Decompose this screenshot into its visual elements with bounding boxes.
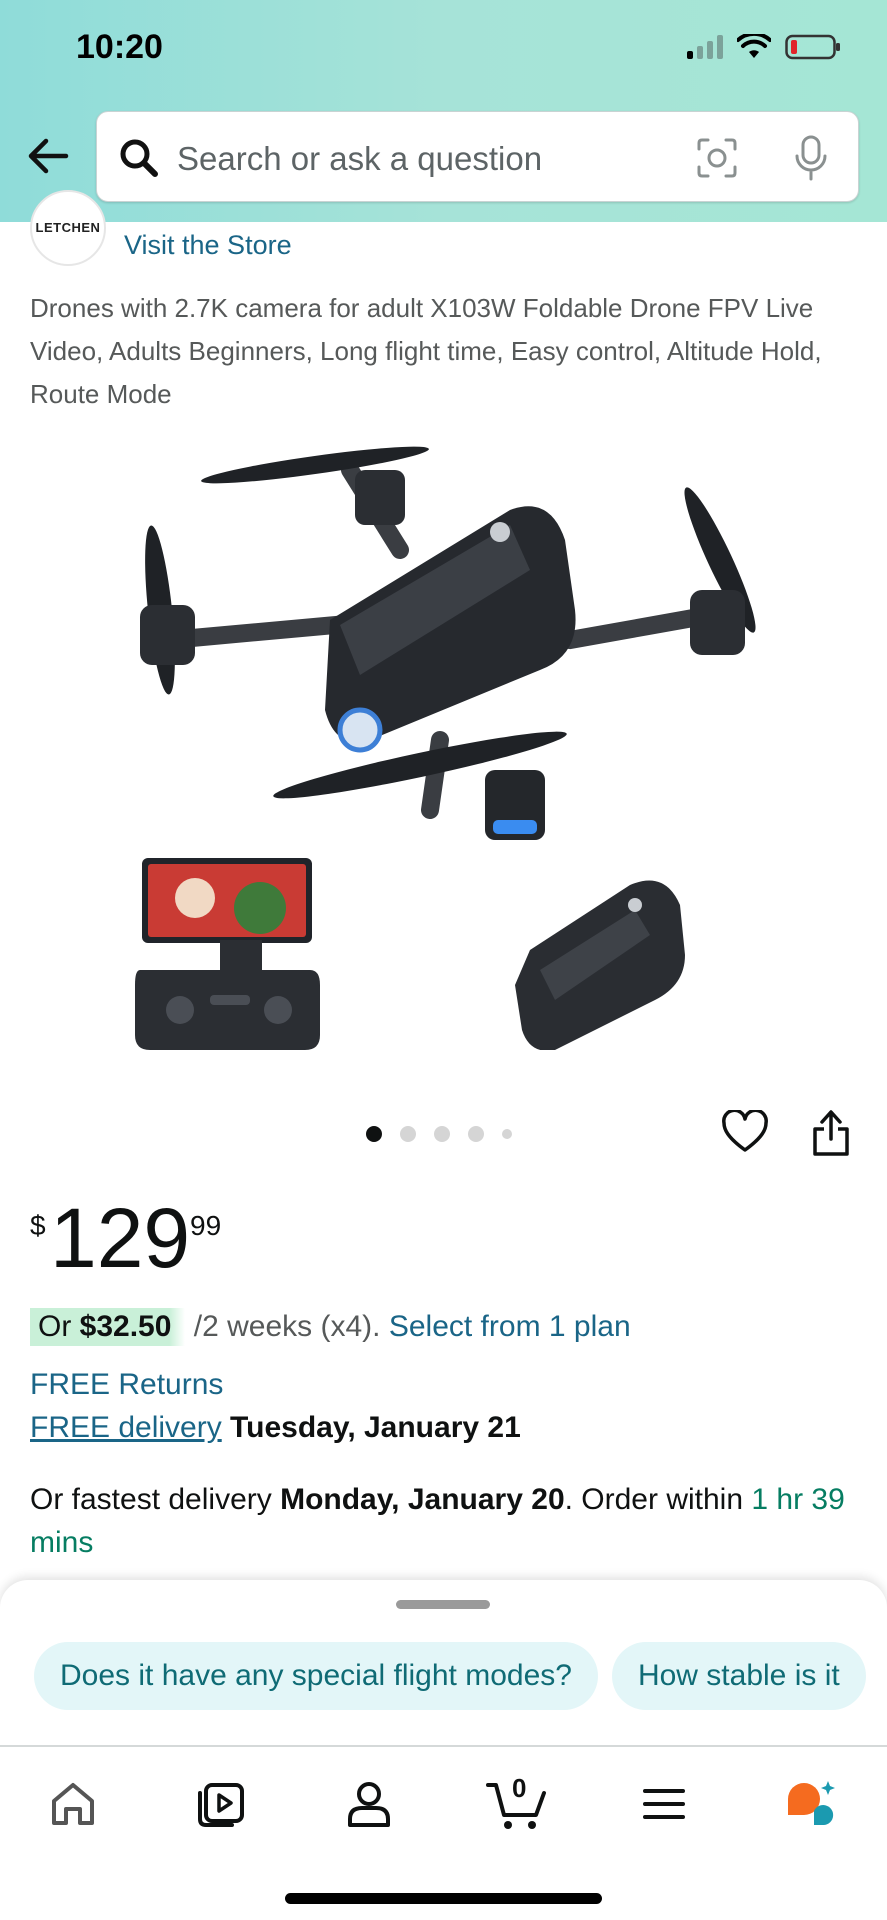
search-bar[interactable]: Search or ask a question: [96, 111, 859, 202]
question-chips: Does it have any special flight modes? H…: [34, 1642, 866, 1710]
delivery-info: FREE delivery Tuesday, January 21: [30, 1411, 521, 1445]
home-icon[interactable]: [46, 1777, 100, 1831]
status-icons: [687, 30, 841, 64]
carousel-dot-1[interactable]: [366, 1126, 382, 1142]
free-delivery-link[interactable]: FREE delivery: [30, 1411, 222, 1444]
product-image[interactable]: [110, 410, 790, 1050]
cellular-signal-icon: [687, 35, 723, 59]
carousel-dot-2[interactable]: [400, 1126, 416, 1142]
installment-prefix: Or: [38, 1310, 80, 1343]
question-chip[interactable]: How stable is it: [611, 1642, 866, 1710]
carousel-dot-5[interactable]: [502, 1129, 512, 1139]
store-logo[interactable]: LETCHEN: [30, 190, 106, 266]
rufus-question-sheet: Does it have any special flight modes? H…: [0, 1580, 887, 1745]
share-icon[interactable]: [810, 1108, 852, 1158]
rufus-assistant-icon[interactable]: [784, 1777, 838, 1831]
fastest-delivery: Or fastest delivery Monday, January 20. …: [30, 1478, 860, 1564]
search-icon: [120, 139, 158, 177]
installment-offer: Or $32.50 /2 weeks (x4). Select from 1 p…: [30, 1308, 631, 1350]
price-fraction: 99: [190, 1210, 222, 1241]
installment-badge: Or $32.50: [30, 1308, 186, 1346]
installment-amount: $32.50: [79, 1310, 172, 1343]
camera-lens-icon[interactable]: [695, 136, 739, 180]
battery-icon: [785, 34, 840, 60]
video-icon[interactable]: [194, 1777, 248, 1831]
home-indicator: [285, 1893, 602, 1904]
account-icon[interactable]: [342, 1777, 396, 1831]
microphone-icon[interactable]: [793, 134, 829, 182]
question-chip[interactable]: Does it have any special flight modes?: [34, 1642, 598, 1710]
image-carousel-dots[interactable]: [366, 1126, 512, 1142]
menu-icon[interactable]: [637, 1777, 691, 1831]
delivery-date: Tuesday, January 21: [221, 1411, 521, 1444]
cart-button[interactable]: 0: [486, 1773, 548, 1831]
search-input[interactable]: Search or ask a question: [177, 140, 542, 178]
fastest-prefix: Or fastest delivery: [30, 1483, 281, 1516]
app-header: 10:20 Search or ask a question: [0, 0, 887, 222]
product-title: Drones with 2.7K camera for adult X103W …: [30, 293, 822, 409]
status-time: 10:20: [76, 28, 163, 66]
price-whole: 129: [50, 1191, 191, 1285]
select-plan-link[interactable]: Select from 1 plan: [389, 1310, 631, 1343]
cart-count: 0: [512, 1773, 527, 1803]
sheet-grabber[interactable]: [396, 1600, 490, 1609]
visit-store-link[interactable]: Visit the Store: [124, 230, 292, 261]
installment-suffix: /2 weeks (x4).: [185, 1310, 389, 1343]
fastest-date: Monday, January 20: [280, 1483, 565, 1516]
carousel-dot-4[interactable]: [468, 1126, 484, 1142]
bottom-nav: 0: [0, 1745, 887, 1920]
carousel-dot-3[interactable]: [434, 1126, 450, 1142]
free-returns-link[interactable]: FREE Returns: [30, 1368, 223, 1402]
fastest-middle: . Order within: [564, 1483, 752, 1516]
wifi-icon: [737, 34, 771, 58]
heart-icon[interactable]: [722, 1110, 768, 1154]
back-arrow-icon[interactable]: [22, 130, 74, 182]
store-logo-text: LETCHEN: [35, 220, 101, 235]
price-currency-symbol: $: [30, 1210, 46, 1241]
